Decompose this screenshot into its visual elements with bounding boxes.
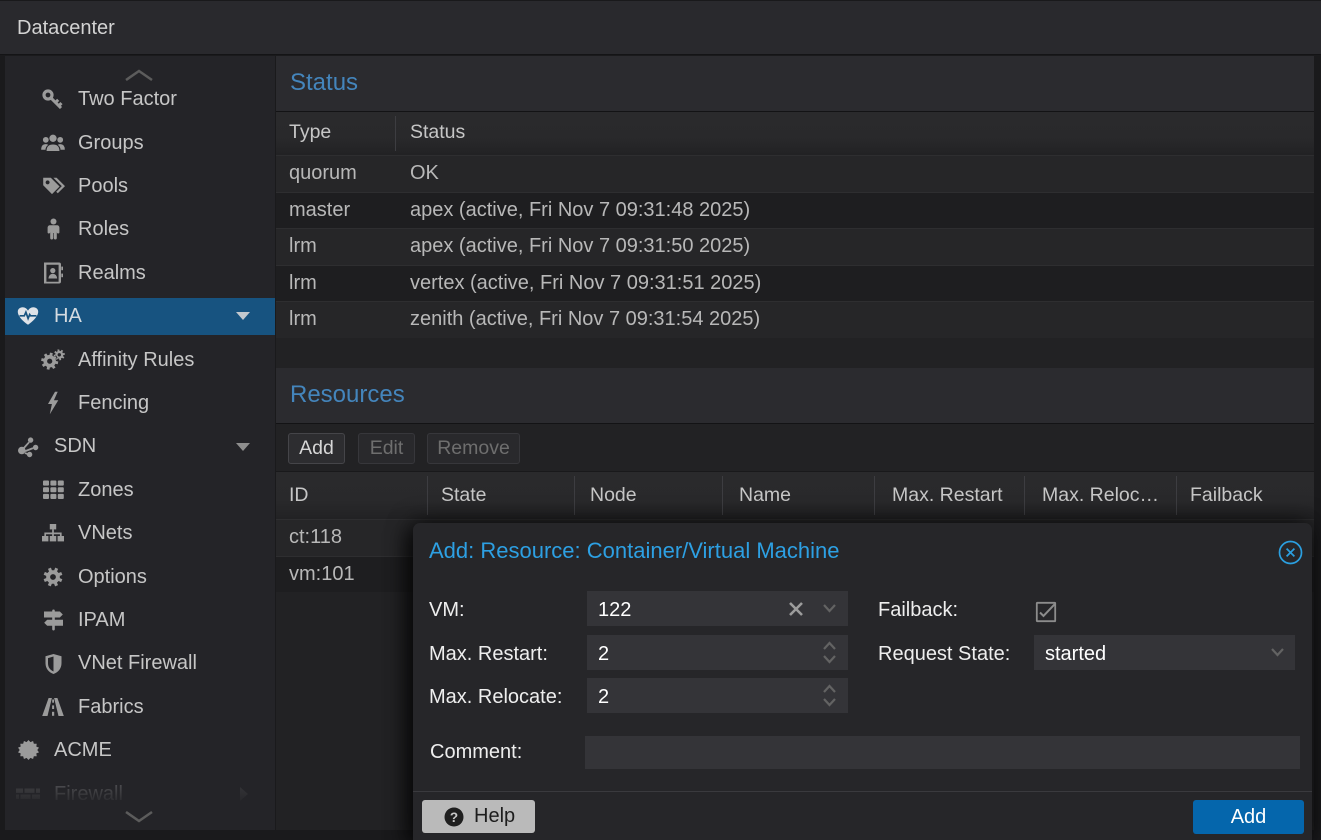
svg-text:?: ? xyxy=(450,810,458,825)
